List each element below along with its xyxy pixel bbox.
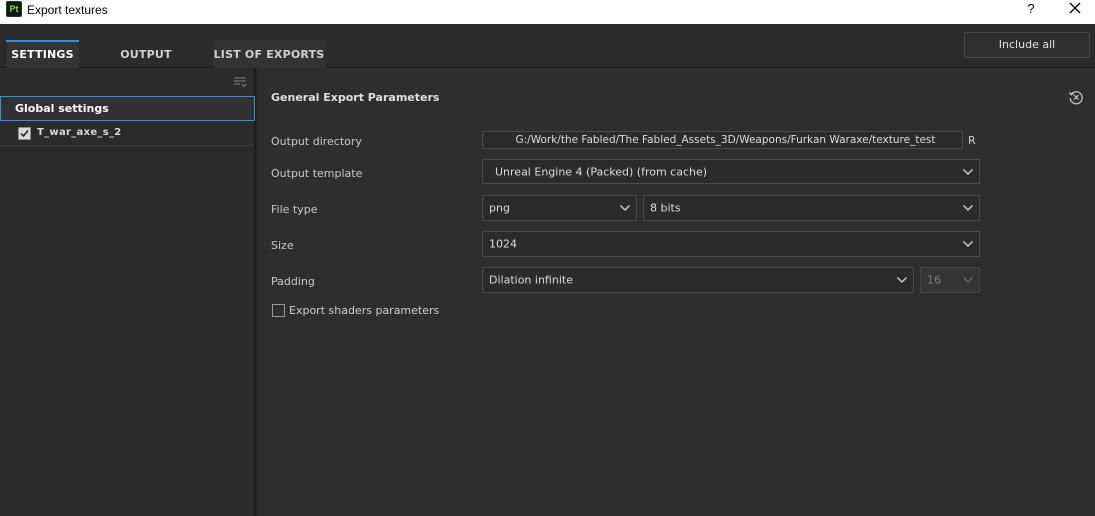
checkmark-icon (20, 129, 29, 138)
export-shaders-label[interactable]: Export shaders parameters (289, 304, 439, 317)
close-icon (1069, 2, 1081, 14)
help-button[interactable]: ? (1024, 1, 1038, 19)
global-settings-item[interactable]: Global settings (0, 96, 255, 121)
chevron-down-icon (963, 205, 973, 211)
bit-depth-value: 8 bits (650, 201, 681, 215)
file-type-label: File type (271, 203, 318, 216)
output-template-select[interactable]: Unreal Engine 4 (Packed) (from cache) (482, 159, 980, 184)
file-format-value: png (489, 201, 510, 215)
size-label: Size (271, 239, 294, 252)
export-list-panel: Global settings T_war_axe_s_2 (0, 68, 256, 516)
reset-circle-icon[interactable] (1068, 89, 1084, 105)
app-logo-icon: Pt (6, 1, 22, 17)
tab-output-templates[interactable]: OUTPUT TEMPLATES (83, 40, 209, 91)
padding-select[interactable]: Dilation infinite (482, 267, 914, 293)
size-value: 1024 (489, 237, 517, 251)
output-directory-label: Output directory (271, 135, 362, 148)
chevron-down-icon (963, 277, 973, 283)
window-title: Export textures (27, 3, 108, 17)
title-bar: Pt Export textures ? (0, 0, 1095, 24)
settings-panel: General Export Parameters Output directo… (258, 68, 1095, 516)
chevron-down-icon (963, 241, 973, 247)
padding-distance-value: 16 (927, 273, 941, 287)
tab-settings[interactable]: SETTINGS (6, 40, 79, 68)
texture-set-label: T_war_axe_s_2 (37, 127, 122, 138)
output-template-value: Unreal Engine 4 (Packed) (from cache) (495, 165, 708, 178)
padding-value: Dilation infinite (489, 273, 573, 287)
close-button[interactable] (1066, 0, 1084, 18)
chevron-down-icon (897, 277, 907, 283)
filter-list-icon[interactable] (232, 74, 248, 90)
bit-depth-select[interactable]: 8 bits (643, 195, 980, 221)
size-select[interactable]: 1024 (482, 231, 980, 257)
tab-bar: SETTINGS OUTPUT TEMPLATES LIST OF EXPORT… (0, 24, 1095, 91)
output-directory-field[interactable]: G:/Work/the Fabled/The Fabled_Assets_3D/… (482, 131, 963, 149)
section-title: General Export Parameters (271, 91, 440, 104)
texture-set-checkbox[interactable] (18, 127, 31, 140)
include-all-button[interactable]: Include all (964, 32, 1090, 58)
padding-distance-select: 16 (920, 267, 980, 293)
list-item-texture-set[interactable]: T_war_axe_s_2 (0, 121, 254, 146)
output-directory-suffix: R (968, 134, 976, 147)
tab-list-of-exports[interactable]: LIST OF EXPORTS (213, 40, 325, 68)
export-shaders-checkbox[interactable] (272, 304, 285, 317)
file-format-select[interactable]: png (482, 195, 637, 221)
chevron-down-icon (963, 168, 973, 175)
chevron-down-icon (620, 205, 630, 211)
padding-label: Padding (271, 275, 315, 288)
output-template-label: Output template (271, 167, 363, 180)
